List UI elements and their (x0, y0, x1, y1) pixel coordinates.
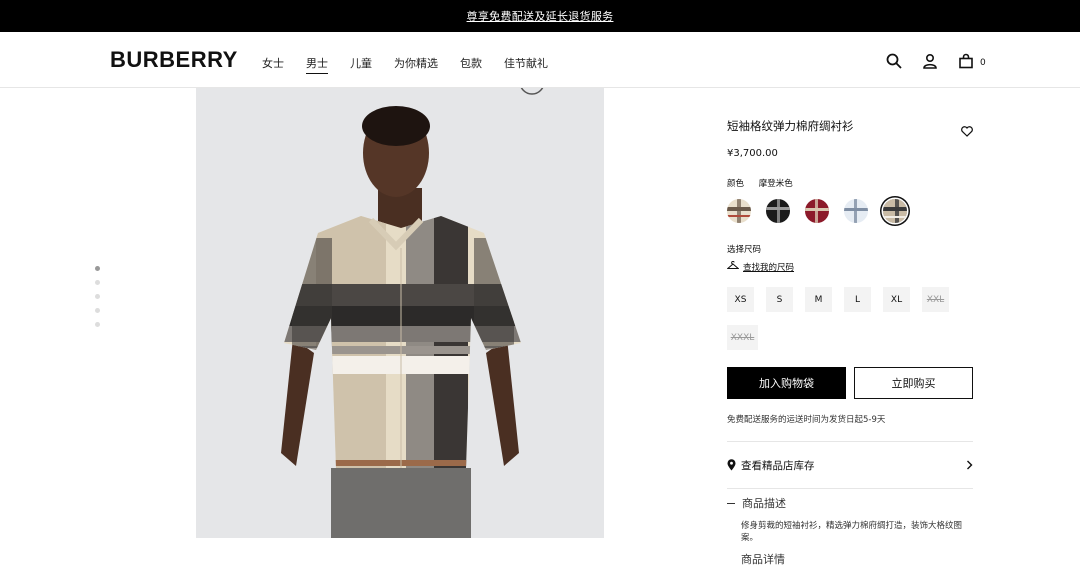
gallery-dot[interactable] (95, 294, 100, 299)
gallery-dot[interactable] (95, 280, 100, 285)
nav-item-men[interactable]: 男士 (306, 55, 328, 74)
divider (727, 488, 973, 489)
swatch-archive-beige-check[interactable] (883, 199, 907, 223)
size-option-xxxl[interactable]: XXXL (727, 325, 758, 350)
product-price: ¥3,700.00 (727, 148, 778, 159)
size-label: 选择尺码 (727, 245, 762, 255)
shipping-note: 免费配送服务的运送时间为发货日起5-9天 (727, 415, 886, 425)
description-toggle[interactable]: 商品描述 (727, 495, 973, 511)
color-swatches (727, 199, 973, 223)
main-nav: 女士 男士 儿童 为你精选 包款 佳节献礼 (262, 55, 570, 74)
description-section: 商品描述 修身剪裁的短袖衬衫，精选弹力棉府绸打造，装饰大格纹图案。 商品详情 (727, 495, 973, 567)
product-title: 短袖格纹弹力棉府绸衬衫 (727, 119, 854, 133)
purchase-actions: 加入购物袋 立即购买 (727, 367, 973, 399)
nav-item-children[interactable]: 儿童 (350, 55, 372, 74)
brand-logo[interactable]: BURBERRY (110, 47, 238, 73)
size-option-xxl[interactable]: XXL (922, 287, 949, 312)
description-text: 修身剪裁的短袖衬衫，精选弹力棉府绸打造，装饰大格纹图案。 (741, 521, 963, 543)
promo-link[interactable]: 尊享免费配送及延长退货服务 (467, 8, 614, 24)
size-option-xs[interactable]: XS (727, 287, 754, 312)
size-finder-link[interactable]: 查找我的尺码 (726, 260, 973, 273)
store-stock-label: 查看精品店库存 (741, 459, 815, 472)
store-stock-row[interactable]: 查看精品店库存 (727, 442, 973, 488)
gallery-dots (95, 266, 100, 336)
site-header: BURBERRY 女士 男士 儿童 为你精选 包款 佳节献礼 0 (0, 32, 1080, 88)
product-panel: 短袖格纹弹力棉府绸衬衫 ¥3,700.00 颜色 摩登米色 选择尺码 查找我的尺… (726, 118, 973, 567)
gallery-dot[interactable] (95, 266, 100, 271)
heart-icon[interactable] (961, 122, 973, 141)
search-icon[interactable] (884, 51, 904, 71)
chevron-right-icon (966, 460, 973, 470)
nav-item-curated[interactable]: 为你精选 (394, 55, 438, 74)
size-grid: XS S M L XL XXL XXXL (727, 287, 973, 363)
swatch-red-check[interactable] (805, 199, 829, 223)
swatch-beige-check[interactable] (727, 199, 751, 223)
buy-now-button[interactable]: 立即购买 (854, 367, 973, 399)
nav-item-women[interactable]: 女士 (262, 55, 284, 74)
add-to-bag-button[interactable]: 加入购物袋 (727, 367, 846, 399)
nav-item-gifts[interactable]: 佳节献礼 (504, 55, 548, 74)
description-heading: 商品描述 (742, 497, 786, 510)
header-actions: 0 (884, 51, 986, 71)
promo-banner: 尊享免费配送及延长退货服务 (0, 0, 1080, 32)
gallery-dot[interactable] (95, 322, 100, 327)
location-pin-icon (727, 459, 736, 471)
account-icon[interactable] (920, 51, 940, 71)
size-option-xl[interactable]: XL (883, 287, 910, 312)
product-image[interactable] (196, 88, 604, 538)
size-option-m[interactable]: M (805, 287, 832, 312)
nav-item-bags[interactable]: 包款 (460, 55, 482, 74)
hanger-icon (726, 260, 740, 273)
color-label: 颜色 (727, 179, 745, 189)
size-option-s[interactable]: S (766, 287, 793, 312)
minus-icon (727, 502, 735, 504)
color-value: 摩登米色 (758, 179, 793, 189)
gallery-dot[interactable] (95, 308, 100, 313)
swatch-pale-blue-check[interactable] (844, 199, 868, 223)
size-finder-text: 查找我的尺码 (743, 263, 795, 273)
swatch-black-check[interactable] (766, 199, 790, 223)
details-heading[interactable]: 商品详情 (741, 551, 973, 567)
size-option-l[interactable]: L (844, 287, 871, 312)
shopping-bag-icon[interactable] (956, 51, 976, 71)
color-label-row: 颜色 摩登米色 (727, 177, 973, 189)
bag-count: 0 (980, 58, 986, 68)
